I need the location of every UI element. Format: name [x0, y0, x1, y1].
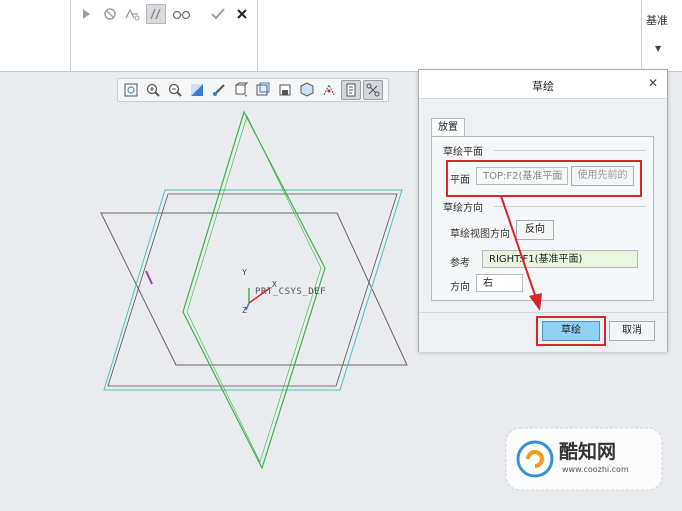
dialog-titlebar[interactable]: 草绘 ✕ [419, 70, 667, 98]
group-divider [494, 206, 646, 207]
regen-icon[interactable] [122, 4, 142, 24]
view-direction-label: 草绘视图方向 [450, 229, 510, 240]
selection-mark [145, 270, 153, 285]
orientation-group-title: 草绘方向 [443, 203, 483, 214]
ribbon-divider [257, 0, 258, 71]
sketch-plane-group-title: 草绘平面 [443, 147, 483, 158]
csys-z-axis-label: Z [242, 306, 247, 315]
top-datum-plane-inner [107, 193, 398, 387]
ribbon-divider [641, 0, 642, 71]
group-divider [494, 150, 646, 151]
reference-field[interactable]: RIGHT:F1(基准平面) [482, 250, 638, 268]
reference-label: 参考 [450, 258, 470, 269]
front-datum-plane [100, 212, 408, 366]
direction-value: 右 [483, 278, 493, 289]
pause-icon[interactable] [100, 4, 120, 24]
play-icon[interactable] [76, 4, 96, 24]
close-icon[interactable]: ✕ [648, 76, 658, 90]
direction-label: 方向 [450, 282, 470, 293]
watermark-url: www.coozhi.com [562, 465, 629, 474]
preview-icon[interactable] [146, 4, 166, 24]
watermark-brand: 酷知网 [559, 441, 617, 463]
close-icon[interactable] [232, 4, 252, 24]
sketch-button-highlight-box [536, 316, 606, 346]
chevron-down-icon[interactable]: ▼ [655, 44, 661, 53]
watermark: 酷知网 www.coozhi.com [504, 426, 664, 492]
plane-highlight-box [446, 160, 642, 197]
glasses-icon[interactable] [172, 4, 192, 24]
footer-divider [419, 312, 667, 313]
direction-select[interactable]: 右 [476, 274, 523, 292]
dialog-title: 草绘 [532, 80, 554, 93]
ribbon-divider [70, 0, 71, 71]
tab-placement[interactable]: 放置 [431, 118, 465, 137]
csys-y-axis-label: Y [242, 268, 247, 277]
datum-menu-label[interactable]: 基准 [646, 12, 668, 28]
sketch-dialog: 草绘 ✕ 放置 草绘平面 平面 TOP:F2(基准平面 使用先前的 草绘方向 草… [418, 69, 668, 352]
csys-label: PRT_CSYS_DEF [255, 287, 327, 297]
dialog-body: 放置 草绘平面 平面 TOP:F2(基准平面 使用先前的 草绘方向 草绘视图方向… [419, 98, 667, 352]
cancel-button[interactable]: 取消 [609, 321, 655, 341]
confirm-check-icon[interactable] [208, 4, 228, 24]
ribbon: 基准 ▼ [0, 0, 682, 72]
flip-button[interactable]: 反向 [516, 220, 554, 240]
top-datum-plane [103, 189, 403, 391]
